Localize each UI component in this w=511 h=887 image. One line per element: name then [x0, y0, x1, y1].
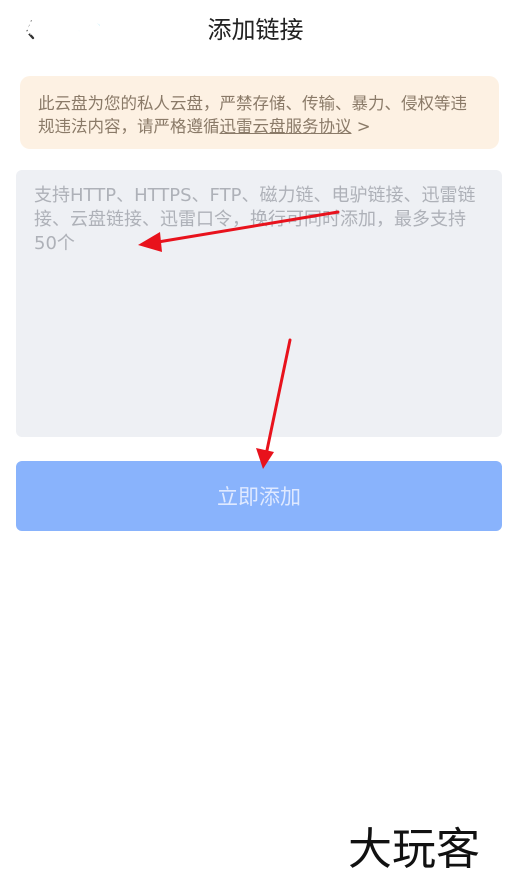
watermark-line-1: 游吧乐下载: [18, 13, 126, 37]
watermark-line-2: 小编亲测: [38, 39, 118, 61]
bottom-watermark-text: 大玩客: [348, 824, 480, 875]
add-now-button[interactable]: 立即添加: [16, 461, 502, 531]
link-input[interactable]: [16, 170, 502, 437]
bottom-watermark-logo: 大玩客: [348, 824, 480, 875]
site-watermark-logo: 游吧乐下载 小编亲测: [18, 13, 127, 62]
service-agreement-link[interactable]: 迅雷云盘服务协议: [220, 117, 352, 136]
chevron-right-icon[interactable]: >: [357, 117, 371, 136]
notice-banner: 此云盘为您的私人云盘，严禁存储、传输、暴力、侵权等违规违法内容，请严格遵循迅雷云…: [20, 76, 499, 149]
